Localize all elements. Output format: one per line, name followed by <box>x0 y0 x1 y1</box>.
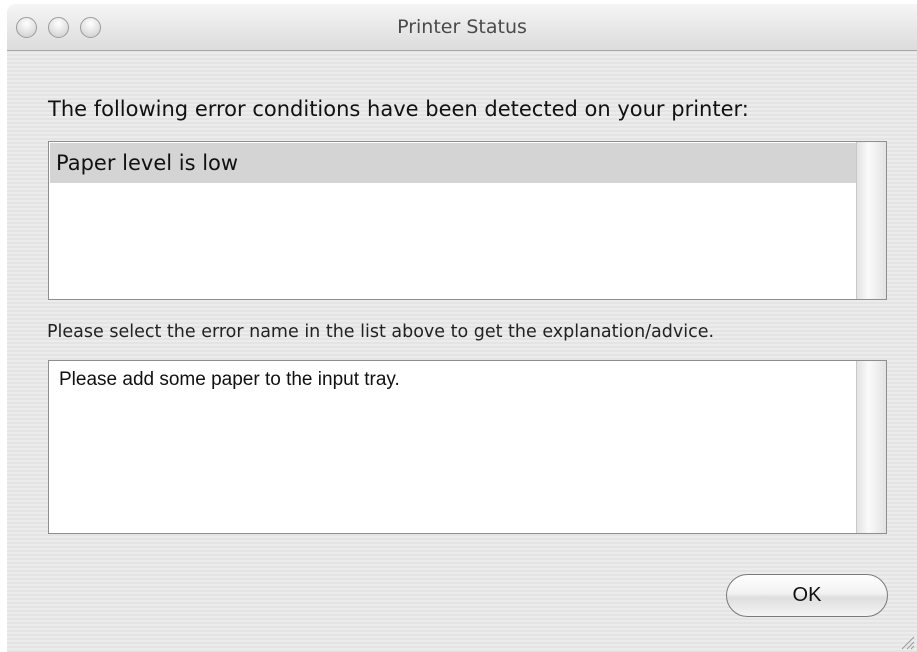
ok-button[interactable]: OK <box>726 574 888 617</box>
advice-scrollbar[interactable] <box>856 361 886 533</box>
error-list-scrollbar[interactable] <box>856 142 886 299</box>
window-title: Printer Status <box>397 16 527 38</box>
printer-status-window: Printer Status The following error condi… <box>7 4 917 652</box>
advice-text-area[interactable]: Please add some paper to the input tray. <box>48 360 887 534</box>
resize-grip-icon[interactable] <box>899 634 915 650</box>
error-list-item[interactable]: Paper level is low <box>50 143 856 183</box>
error-heading: The following error conditions have been… <box>48 97 749 121</box>
title-bar[interactable]: Printer Status <box>7 4 917 51</box>
error-list[interactable]: Paper level is low <box>48 141 887 300</box>
advice-text: Please add some paper to the input tray. <box>59 369 400 390</box>
instruction-text: Please select the error name in the list… <box>47 322 715 342</box>
